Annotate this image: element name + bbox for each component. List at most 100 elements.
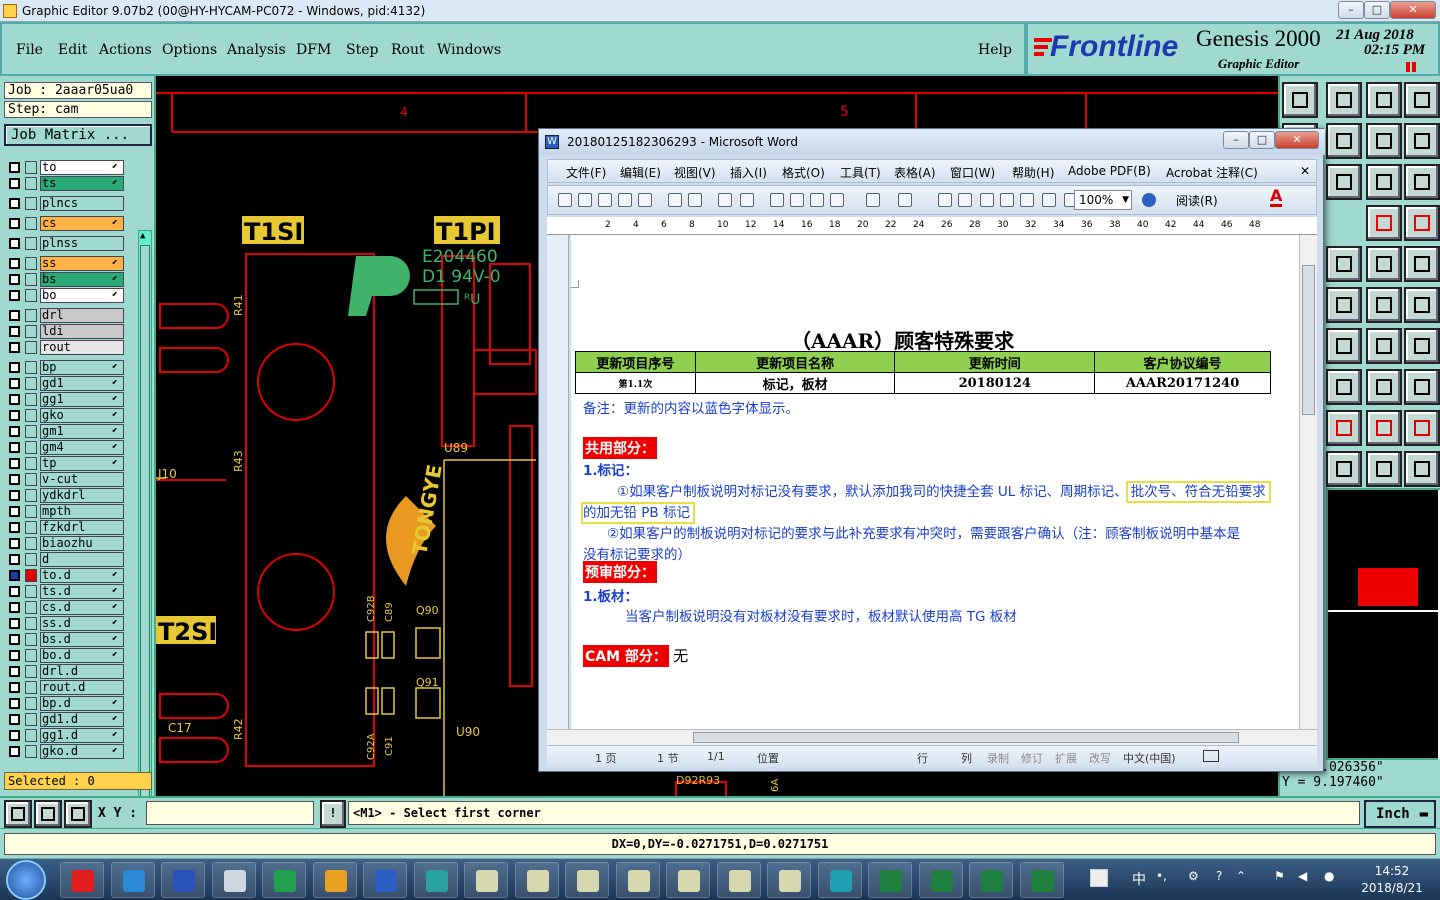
word-zoom-select[interactable]: 100% ▼ bbox=[1074, 190, 1132, 210]
layer-color-swatch[interactable] bbox=[25, 569, 37, 582]
grid-red2-button[interactable] bbox=[1404, 205, 1440, 241]
layer-checkbox[interactable] bbox=[9, 362, 20, 373]
layer-row[interactable]: gm4 ⬋ bbox=[6, 440, 124, 455]
layer-row[interactable]: bo.d ⬋ bbox=[6, 648, 124, 663]
taskbar-app-button[interactable] bbox=[716, 862, 761, 898]
menu-dfm[interactable]: DFM bbox=[296, 42, 331, 58]
layer-color-swatch[interactable] bbox=[25, 521, 37, 534]
layer-row[interactable]: gg1 ⬋ bbox=[6, 392, 124, 407]
home-button[interactable] bbox=[1366, 82, 1402, 118]
ratio-button[interactable] bbox=[1366, 164, 1402, 200]
layer-name[interactable]: plnss bbox=[40, 236, 124, 251]
layer-color-swatch[interactable] bbox=[25, 617, 37, 630]
word-menu-insert[interactable]: 插入(I) bbox=[730, 164, 767, 181]
layer-color-swatch[interactable] bbox=[25, 601, 37, 614]
layer-color-swatch[interactable] bbox=[25, 377, 37, 390]
word-minimize-button[interactable]: – bbox=[1223, 131, 1249, 149]
text-a3-button[interactable] bbox=[1404, 410, 1440, 446]
layer-row[interactable]: ss ⬋ bbox=[6, 256, 124, 271]
layer-row[interactable]: to ⬋ bbox=[6, 160, 124, 175]
taskbar-app-button[interactable] bbox=[464, 862, 508, 898]
layer-name[interactable]: v-cut bbox=[40, 472, 124, 487]
s-button[interactable] bbox=[1404, 123, 1440, 159]
layer-row[interactable]: gm1 ⬋ bbox=[6, 424, 124, 439]
layer-color-swatch[interactable] bbox=[25, 217, 37, 230]
save-button[interactable] bbox=[1326, 82, 1362, 118]
layer-row[interactable]: gd1.d ⬋ bbox=[6, 712, 124, 727]
hyperlink-icon[interactable] bbox=[938, 193, 952, 207]
layer-row[interactable]: bo ⬋ bbox=[6, 288, 124, 303]
open-job-button[interactable] bbox=[1282, 82, 1318, 118]
layer-checkbox[interactable] bbox=[9, 178, 20, 189]
research-icon[interactable] bbox=[740, 193, 754, 207]
word-menu-format[interactable]: 格式(O) bbox=[782, 164, 825, 181]
word-menu-adobe-pdf[interactable]: Adobe PDF(B) bbox=[1068, 164, 1151, 178]
export-button[interactable] bbox=[1326, 123, 1362, 159]
layer-name[interactable]: ldi bbox=[40, 324, 124, 339]
status-rev[interactable]: 修订 bbox=[1021, 750, 1043, 766]
help-button[interactable] bbox=[1404, 164, 1440, 200]
word-vertical-scrollbar[interactable] bbox=[1299, 235, 1317, 729]
taskbar-app-button[interactable] bbox=[565, 862, 609, 898]
layer-row[interactable]: plnss bbox=[6, 236, 124, 251]
layer-checkbox[interactable] bbox=[9, 650, 20, 661]
flip-button[interactable] bbox=[1404, 328, 1440, 364]
dim-button[interactable] bbox=[1326, 369, 1362, 405]
layer-row[interactable]: drl bbox=[6, 308, 124, 323]
layer-checkbox[interactable] bbox=[9, 410, 20, 421]
layer-checkbox[interactable] bbox=[9, 474, 20, 485]
layer-checkbox[interactable] bbox=[9, 538, 20, 549]
layer-color-swatch[interactable] bbox=[25, 289, 37, 302]
taskbar-app-button[interactable] bbox=[211, 862, 256, 898]
layer-checkbox[interactable] bbox=[9, 426, 20, 437]
word-horizontal-scrollbar[interactable] bbox=[547, 729, 1317, 745]
word-read-button[interactable]: 阅读(R) bbox=[1176, 192, 1218, 209]
layer-checkbox[interactable] bbox=[9, 730, 20, 741]
layer-color-swatch[interactable] bbox=[25, 505, 37, 518]
tables-icon[interactable] bbox=[958, 193, 972, 207]
layer-row[interactable]: rout bbox=[6, 340, 124, 355]
snap-button[interactable] bbox=[1326, 164, 1362, 200]
layer-row[interactable]: bp.d ⬋ bbox=[6, 696, 124, 711]
layer-checkbox[interactable] bbox=[9, 618, 20, 629]
taskbar-app-button[interactable] bbox=[817, 862, 862, 898]
tray-more-icon[interactable]: ⌃ bbox=[1236, 869, 1246, 883]
layer-color-swatch[interactable] bbox=[25, 425, 37, 438]
layer-row[interactable]: gko.d ⬋ bbox=[6, 744, 124, 759]
layer-row[interactable]: v-cut bbox=[6, 472, 124, 487]
status-rec[interactable]: 录制 bbox=[987, 750, 1009, 766]
layer-checkbox[interactable] bbox=[9, 570, 20, 581]
grid-button[interactable] bbox=[64, 800, 92, 828]
menu-step[interactable]: Step bbox=[346, 42, 378, 58]
layer-color-swatch[interactable] bbox=[25, 341, 37, 354]
layer-checkbox[interactable] bbox=[9, 586, 20, 597]
insert-table-icon[interactable] bbox=[980, 193, 994, 207]
layer-checkbox[interactable] bbox=[9, 634, 20, 645]
drawing-icon[interactable] bbox=[1020, 193, 1034, 207]
spelling-icon[interactable] bbox=[1203, 750, 1219, 762]
layer-checkbox[interactable] bbox=[9, 342, 20, 353]
layer-row[interactable]: ldi bbox=[6, 324, 124, 339]
layer-checkbox[interactable] bbox=[9, 274, 20, 285]
route-button[interactable] bbox=[1404, 451, 1440, 487]
cursor-button[interactable] bbox=[1326, 451, 1362, 487]
layer-row[interactable]: ss.d ⬋ bbox=[6, 616, 124, 631]
maximize-button[interactable]: □ bbox=[1364, 1, 1390, 19]
word-help-icon[interactable] bbox=[1142, 193, 1156, 207]
pause-icon[interactable] bbox=[1406, 62, 1410, 72]
word-hscroll-thumb[interactable] bbox=[693, 732, 1239, 743]
layer-color-swatch[interactable] bbox=[25, 257, 37, 270]
word-menu-table[interactable]: 表格(A) bbox=[894, 164, 936, 181]
tray-flag-icon[interactable]: ⚑ bbox=[1274, 869, 1285, 883]
layer-row[interactable]: gg1.d ⬋ bbox=[6, 728, 124, 743]
layer-color-swatch[interactable] bbox=[25, 713, 37, 726]
layer-checkbox[interactable] bbox=[9, 290, 20, 301]
layer-list-scrollbar[interactable]: ▲ ▼ bbox=[138, 230, 152, 842]
taskbar-app-button[interactable] bbox=[110, 862, 155, 898]
layer-checkbox[interactable] bbox=[9, 746, 20, 757]
word-scroll-thumb[interactable] bbox=[1302, 265, 1315, 415]
layer-row[interactable]: ts.d ⬋ bbox=[6, 584, 124, 599]
layer-checkbox[interactable] bbox=[9, 218, 20, 229]
taskbar-app-button[interactable] bbox=[161, 862, 205, 898]
word-menu-window[interactable]: 窗口(W) bbox=[950, 164, 995, 181]
